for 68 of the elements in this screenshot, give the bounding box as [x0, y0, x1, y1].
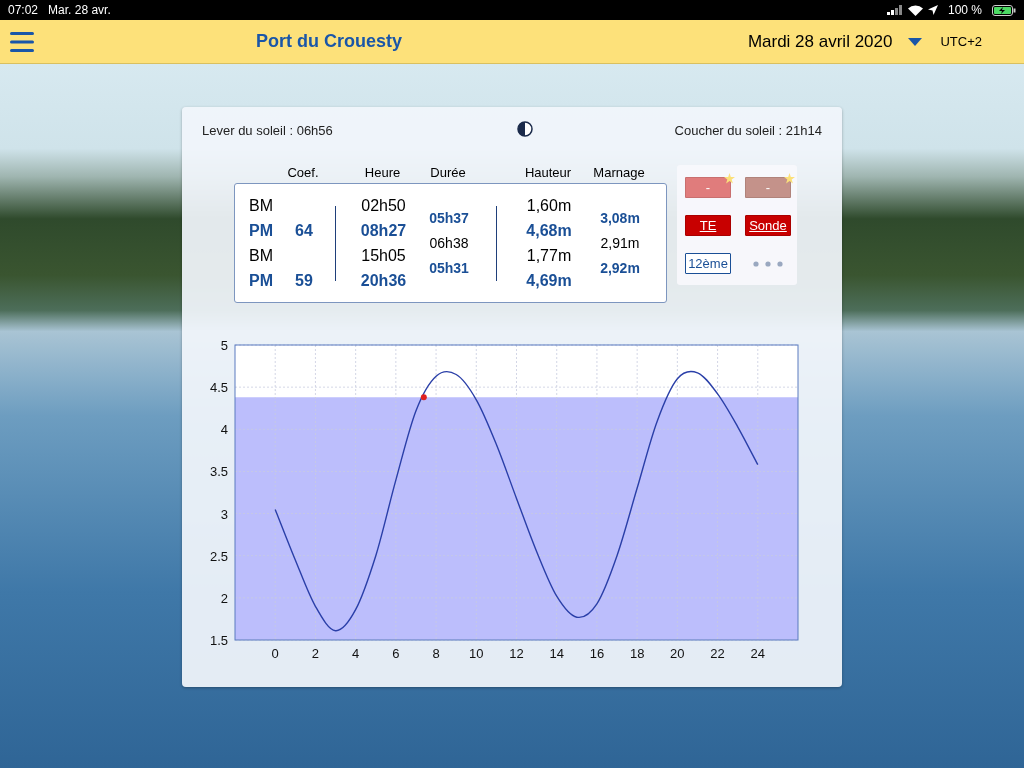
- y-tick-label: 4.5: [209, 380, 228, 396]
- x-tick-label: 0: [271, 646, 279, 661]
- tide-duration: 06h38: [428, 235, 470, 251]
- column-header: Durée: [429, 165, 467, 182]
- moon-phase-icon: [516, 120, 533, 137]
- more-icon: [753, 260, 783, 267]
- x-tick-label: 6: [392, 646, 400, 661]
- x-tick-label: 16: [589, 646, 605, 661]
- tide-duration: 05h31: [428, 260, 470, 276]
- column-header: Heure: [363, 165, 402, 182]
- x-tick-label: 24: [750, 646, 765, 661]
- star-icon: [724, 173, 735, 184]
- menu-icon[interactable]: [10, 30, 34, 53]
- battery-percentage: 100 %: [947, 3, 982, 17]
- current-level-marker: [420, 394, 427, 401]
- x-tick-label: 14: [549, 646, 564, 661]
- y-tick-label: 5: [220, 338, 228, 353]
- sunrise-text: Lever du soleil : 06h56: [202, 122, 333, 138]
- y-tick-label: 4: [220, 422, 228, 438]
- y-tick-label: 1.5: [209, 633, 228, 648]
- location-arrow-icon: [927, 5, 938, 15]
- y-tick-label: 2: [220, 590, 228, 606]
- tidal-range: 2,92m: [599, 260, 641, 276]
- y-tick-label: 2.5: [209, 548, 228, 564]
- tide-type: PM: [249, 221, 274, 240]
- tide-type: BM: [249, 246, 274, 265]
- y-tick-label: 3: [220, 506, 228, 522]
- tide-time: 20h36: [359, 271, 408, 290]
- coefficient: 64: [294, 221, 314, 240]
- x-tick-label: 22: [710, 646, 725, 661]
- signal-icon: [886, 5, 903, 15]
- column-header: Hauteur: [523, 165, 573, 182]
- tide-type: BM: [249, 196, 274, 215]
- tidal-range: 2,91m: [599, 235, 641, 251]
- status-date: Mar. 28 avr.: [48, 3, 111, 17]
- x-tick-label: 12: [509, 646, 524, 661]
- tide-time: 02h50: [360, 196, 407, 215]
- tide-height: 1,77m: [525, 246, 573, 265]
- wifi-icon: [907, 4, 923, 16]
- action-button[interactable]: Sonde: [745, 215, 791, 236]
- tide-height: 1,60m: [525, 196, 573, 215]
- x-tick-label: 4: [352, 646, 360, 661]
- star-icon: [784, 173, 795, 184]
- x-tick-label: 8: [432, 646, 440, 661]
- action-button[interactable]: TE: [685, 215, 731, 236]
- tide-option-button[interactable]: 12ème: [685, 253, 731, 274]
- timezone-label: UTC+2: [940, 34, 982, 49]
- column-header: Marnage: [592, 165, 646, 182]
- y-tick-label: 3.5: [209, 464, 228, 480]
- x-tick-label: 2: [311, 646, 320, 661]
- tide-time: 15h05: [360, 246, 407, 265]
- tidal-range: 3,08m: [599, 210, 641, 226]
- coefficient: 59: [294, 271, 314, 290]
- x-tick-label: 18: [629, 646, 645, 661]
- caret-icon[interactable]: [908, 37, 923, 46]
- tide-type: PM: [249, 271, 274, 290]
- clock-time: 07:02: [8, 3, 39, 17]
- battery-charging-icon: [992, 4, 1016, 16]
- column-header: Coef.: [286, 165, 320, 182]
- date-selector[interactable]: Mardi 28 avril 2020: [747, 31, 893, 52]
- tide-height: 4,68m: [525, 221, 573, 240]
- tide-duration: 05h37: [428, 210, 470, 226]
- x-tick-label: 20: [670, 646, 685, 661]
- tide-time: 08h27: [359, 221, 408, 240]
- port-title: Port du Crouesty: [256, 31, 402, 52]
- sunset-text: Coucher du soleil : 21h14: [674, 122, 822, 138]
- x-tick-label: 10: [469, 646, 484, 661]
- tide-height: 4,69m: [525, 271, 573, 290]
